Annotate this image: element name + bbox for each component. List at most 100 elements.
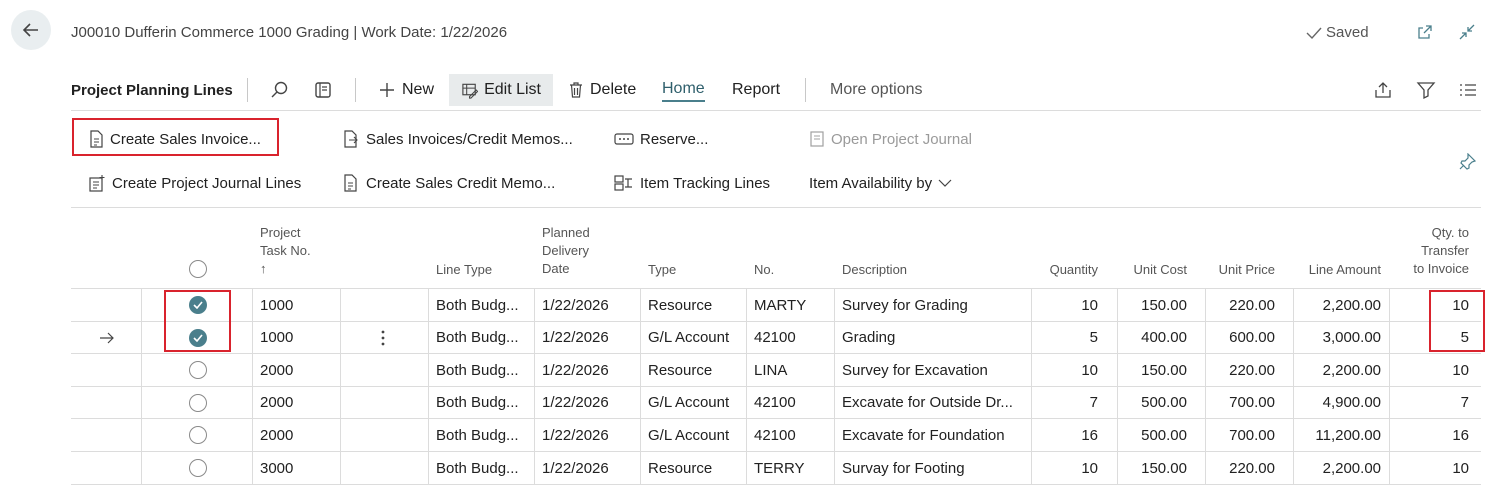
cell-qty-to-invoice[interactable]: 7 (1461, 387, 1469, 419)
cell-type[interactable]: Resource (648, 354, 712, 386)
cell-quantity[interactable]: 10 (1081, 354, 1098, 386)
header-unit-cost[interactable]: Unit Cost (1134, 261, 1187, 279)
cell-task-no[interactable]: 1000 (260, 289, 293, 321)
cell-date[interactable]: 1/22/2026 (542, 419, 609, 451)
cell-line-amount[interactable]: 4,900.00 (1323, 387, 1381, 419)
cell-no[interactable]: 42100 (754, 419, 796, 451)
cell-description[interactable]: Survey for Grading (842, 289, 968, 321)
cell-qty-to-invoice[interactable]: 10 (1452, 354, 1469, 386)
cell-quantity[interactable]: 5 (1090, 322, 1098, 354)
cell-line-amount[interactable]: 3,000.00 (1323, 322, 1381, 354)
cell-date[interactable]: 1/22/2026 (542, 387, 609, 419)
table-row[interactable]: 2000 Both Budg... 1/22/2026 Resource LINA Sur… (71, 353, 1481, 387)
cell-line-type[interactable]: Both Budg... (436, 419, 519, 451)
cell-type[interactable]: G/L Account (648, 419, 729, 451)
row-select-radio[interactable] (189, 419, 207, 451)
cell-line-type[interactable]: Both Budg... (436, 289, 519, 321)
table-row[interactable]: 1000 Both Budg... 1/22/2026 G/L Account 4210… (71, 320, 1481, 354)
cell-no[interactable]: 42100 (754, 387, 796, 419)
cell-description[interactable]: Survey for Excavation (842, 354, 988, 386)
select-all-radio[interactable] (189, 260, 207, 278)
more-options-button[interactable]: More options (830, 74, 923, 106)
cell-qty-to-invoice[interactable]: 10 (1452, 452, 1469, 484)
cell-qty-to-invoice[interactable]: 16 (1452, 419, 1469, 451)
open-in-new-window-button[interactable] (1415, 22, 1435, 42)
cell-unit-cost[interactable]: 150.00 (1141, 289, 1187, 321)
cell-task-no[interactable]: 1000 (260, 322, 293, 354)
cell-quantity[interactable]: 10 (1081, 452, 1098, 484)
cell-unit-price[interactable]: 220.00 (1229, 354, 1275, 386)
cell-no[interactable]: 42100 (754, 322, 796, 354)
cell-unit-price[interactable]: 220.00 (1229, 289, 1275, 321)
cell-unit-price[interactable]: 700.00 (1229, 419, 1275, 451)
cell-description[interactable]: Excavate for Foundation (842, 419, 1005, 451)
header-planned-delivery-date[interactable]: Planned Delivery Date (542, 224, 590, 278)
cell-type[interactable]: G/L Account (648, 322, 729, 354)
row-menu-button[interactable] (381, 322, 385, 354)
cell-type[interactable]: G/L Account (648, 387, 729, 419)
filter-pane-button[interactable] (313, 74, 333, 106)
back-button[interactable] (11, 10, 51, 50)
new-button[interactable]: New (378, 74, 434, 106)
tab-report[interactable]: Report (732, 74, 780, 106)
table-row[interactable]: 2000 Both Budg... 1/22/2026 G/L Account 4210… (71, 385, 1481, 419)
cell-description[interactable]: Grading (842, 322, 895, 354)
search-button[interactable] (269, 74, 289, 106)
cell-date[interactable]: 1/22/2026 (542, 354, 609, 386)
open-project-journal-button[interactable]: Open Project Journal (809, 127, 972, 151)
cell-line-type[interactable]: Both Budg... (436, 322, 519, 354)
reserve-button[interactable]: Reserve... (614, 127, 708, 151)
header-line-type[interactable]: Line Type (436, 261, 492, 279)
cell-no[interactable]: TERRY (754, 452, 805, 484)
create-project-journal-lines-button[interactable]: Create Project Journal Lines (88, 171, 301, 195)
cell-no[interactable]: LINA (754, 354, 787, 386)
cell-unit-cost[interactable]: 500.00 (1141, 387, 1187, 419)
cell-line-amount[interactable]: 2,200.00 (1323, 354, 1381, 386)
item-availability-by-menu[interactable]: Item Availability by (809, 171, 952, 195)
cell-quantity[interactable]: 16 (1081, 419, 1098, 451)
cell-task-no[interactable]: 2000 (260, 354, 293, 386)
cell-unit-price[interactable]: 600.00 (1229, 322, 1275, 354)
cell-unit-price[interactable]: 700.00 (1229, 387, 1275, 419)
header-unit-price[interactable]: Unit Price (1219, 261, 1275, 279)
table-row[interactable]: 2000 Both Budg... 1/22/2026 G/L Account 4210… (71, 418, 1481, 452)
cell-line-amount[interactable]: 2,200.00 (1323, 452, 1381, 484)
cell-unit-cost[interactable]: 400.00 (1141, 322, 1187, 354)
cell-line-type[interactable]: Both Budg... (436, 354, 519, 386)
row-select-radio[interactable] (189, 387, 207, 419)
cell-unit-cost[interactable]: 150.00 (1141, 452, 1187, 484)
cell-quantity[interactable]: 7 (1090, 387, 1098, 419)
row-select-radio[interactable] (189, 354, 207, 386)
cell-line-amount[interactable]: 11,200.00 (1315, 419, 1381, 451)
header-task-no[interactable]: Project Task No. ↑ (260, 224, 311, 278)
cell-description[interactable]: Excavate for Outside Dr... (842, 387, 1013, 419)
cell-task-no[interactable]: 3000 (260, 452, 293, 484)
delete-button[interactable]: Delete (568, 74, 636, 106)
cell-unit-price[interactable]: 220.00 (1229, 452, 1275, 484)
pin-button[interactable] (1458, 150, 1476, 174)
cell-type[interactable]: Resource (648, 452, 712, 484)
list-view-button[interactable] (1458, 74, 1478, 106)
sales-invoices-credit-memos-button[interactable]: Sales Invoices/Credit Memos... (342, 127, 573, 151)
cell-task-no[interactable]: 2000 (260, 387, 293, 419)
create-sales-credit-memo-button[interactable]: Create Sales Credit Memo... (342, 171, 555, 195)
header-line-amount[interactable]: Line Amount (1309, 261, 1381, 279)
collapse-button[interactable] (1457, 22, 1477, 42)
cell-description[interactable]: Survay for Footing (842, 452, 965, 484)
cell-line-type[interactable]: Both Budg... (436, 387, 519, 419)
row-select-radio[interactable] (189, 452, 207, 484)
cell-line-amount[interactable]: 2,200.00 (1323, 289, 1381, 321)
item-tracking-lines-button[interactable]: Item Tracking Lines (614, 171, 770, 195)
filter-button[interactable] (1416, 74, 1436, 106)
edit-list-button[interactable]: Edit List (449, 74, 553, 106)
cell-no[interactable]: MARTY (754, 289, 806, 321)
table-row[interactable]: 3000 Both Budg... 1/22/2026 Resource TERRY Su… (71, 451, 1481, 484)
header-qty-to-invoice[interactable]: Qty. to Transfer to Invoice (1413, 224, 1469, 278)
cell-line-type[interactable]: Both Budg... (436, 452, 519, 484)
header-no[interactable]: No. (754, 261, 774, 279)
cell-task-no[interactable]: 2000 (260, 419, 293, 451)
cell-unit-cost[interactable]: 500.00 (1141, 419, 1187, 451)
tab-home[interactable]: Home (662, 78, 705, 102)
header-description[interactable]: Description (842, 261, 907, 279)
cell-type[interactable]: Resource (648, 289, 712, 321)
